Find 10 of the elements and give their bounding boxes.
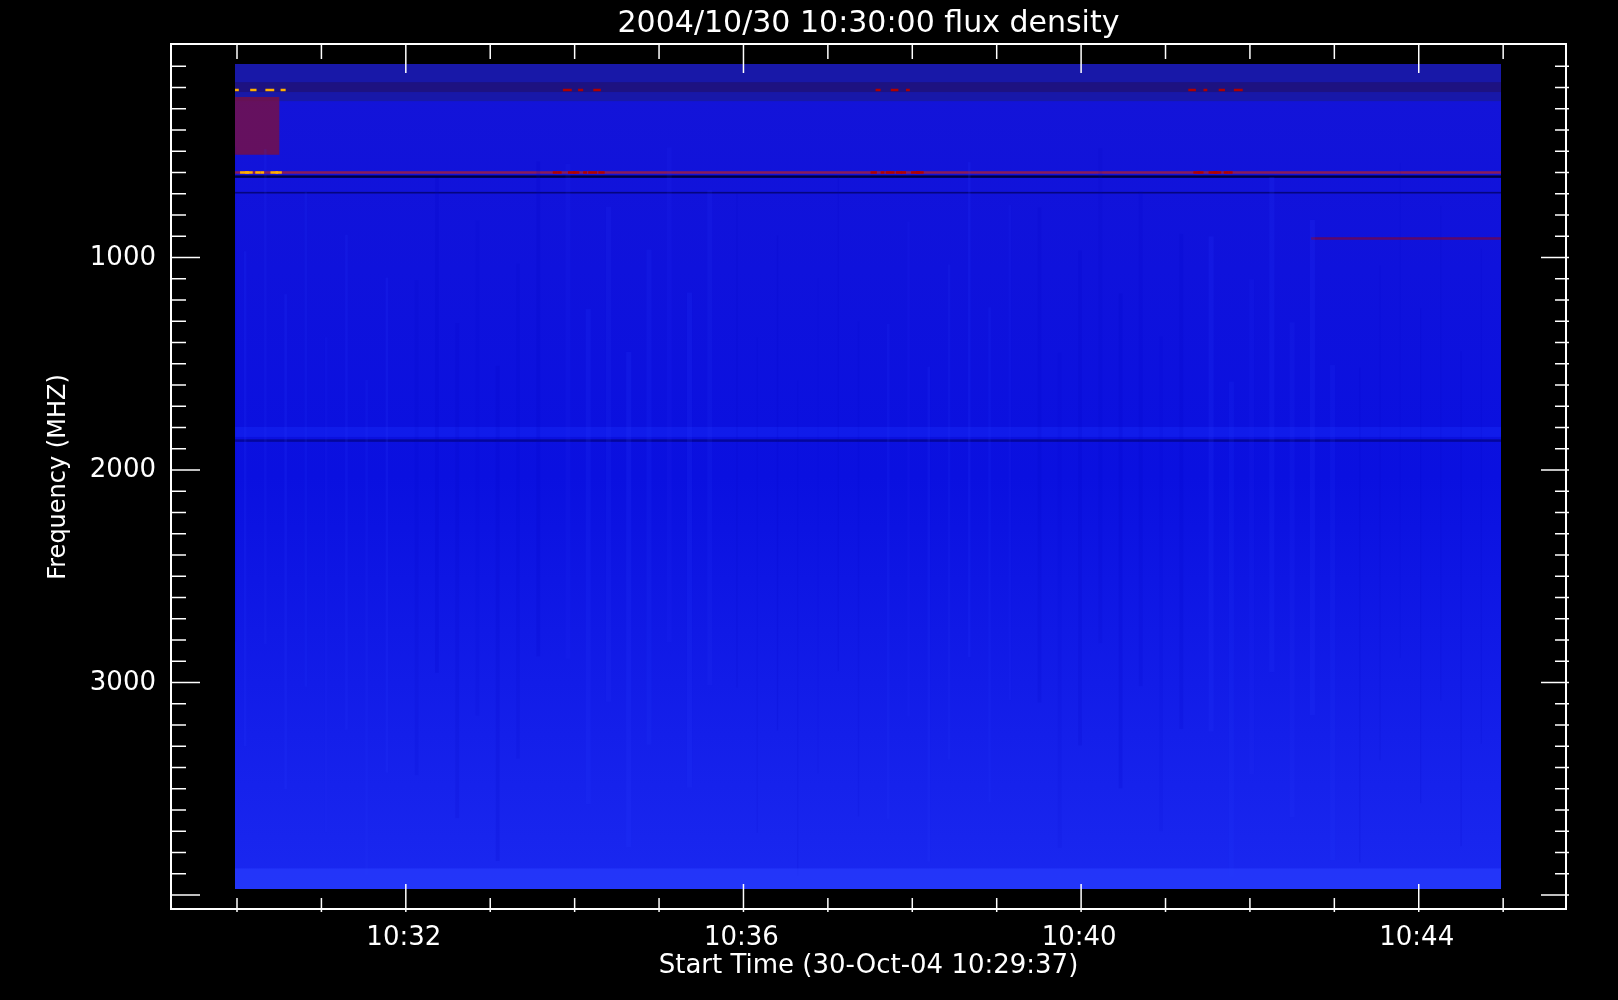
y-axis-title: Frequency (MHZ): [45, 373, 69, 580]
x-axis-title: Start Time (30-Oct-04 10:29:37): [658, 951, 1079, 977]
x-tick-label: 10:36: [704, 923, 779, 949]
x-tick-label: 10:44: [1379, 923, 1455, 949]
x-tick-label: 10:40: [1041, 923, 1117, 949]
y-tick-label: 3000: [89, 667, 156, 694]
y-tick-label: 2000: [89, 455, 156, 481]
x-tick-label: 10:32: [366, 923, 442, 949]
chart-title: 2004/10/30 10:30:00 flux density: [617, 6, 1120, 37]
y-tick-label: 1000: [89, 242, 156, 269]
